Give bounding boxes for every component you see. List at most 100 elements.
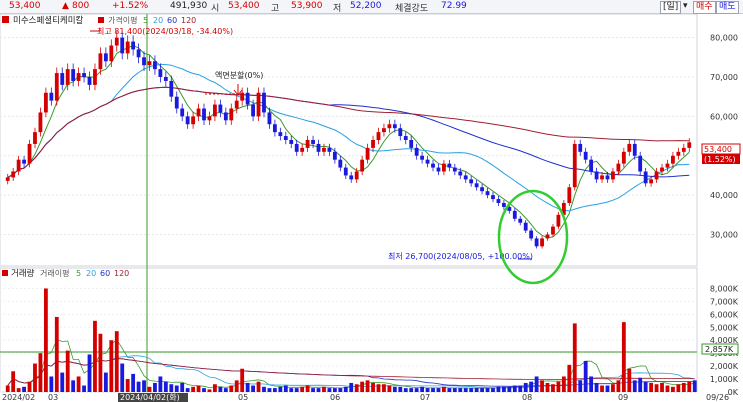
- candle-body: [447, 163, 452, 168]
- candle-body: [409, 140, 414, 148]
- candle-body: [54, 73, 59, 101]
- candle-body: [98, 53, 103, 70]
- open-label: 시: [211, 4, 220, 14]
- volume-bar: [518, 385, 523, 392]
- high-label: 고: [271, 4, 280, 14]
- volume-bar: [22, 386, 26, 392]
- volume-bar: [556, 381, 561, 392]
- candle-body: [27, 143, 32, 164]
- volume-bar: [27, 381, 32, 392]
- volume-bar: [474, 388, 479, 392]
- volume-bar: [65, 350, 70, 392]
- volume-bar: [447, 388, 452, 392]
- volume-bar: [398, 386, 403, 392]
- candle-body: [311, 140, 315, 144]
- volume-bar: [11, 371, 16, 392]
- x-axis-label: 06: [330, 393, 340, 402]
- candle-body: [458, 171, 463, 176]
- volume-bar: [98, 333, 103, 392]
- volume-bar: [480, 388, 484, 392]
- volume-tick-label: 8,000K: [710, 284, 739, 293]
- volume-bar: [332, 388, 337, 392]
- candle-body: [518, 218, 523, 223]
- candle-body: [556, 214, 561, 227]
- high-annotation: 최고 81,400(2024/03/18, -34.40%): [97, 26, 233, 36]
- volume-bar: [605, 385, 610, 392]
- candle-body: [654, 171, 659, 180]
- candle-body: [572, 143, 577, 188]
- candle-body: [272, 124, 277, 133]
- candle-body: [523, 222, 528, 231]
- candle-body: [343, 167, 348, 176]
- price-tick-label: 30,000: [710, 231, 738, 240]
- volume-bar: [16, 388, 21, 392]
- candle-body: [185, 116, 190, 125]
- volume-ma-label: 거래이평: [40, 268, 69, 278]
- volume-bar: [534, 376, 539, 392]
- volume-bar: [163, 381, 168, 392]
- candle-body: [349, 175, 354, 180]
- volume-bar: [33, 363, 37, 392]
- price-tick-label: 60,000: [710, 112, 738, 121]
- legend-box-icon: [2, 16, 9, 23]
- volume-bar: [365, 380, 370, 392]
- candle-body: [382, 128, 386, 133]
- volume-bar: [551, 384, 555, 392]
- stock-chart[interactable]: 80,00070,00060,00050,00040,00030,0008,00…: [0, 14, 743, 402]
- period-button[interactable]: [일]: [660, 1, 682, 14]
- volume-bar: [322, 386, 326, 392]
- candle-body: [120, 37, 125, 54]
- volume-bar: [354, 384, 359, 392]
- x-axis-label: 07: [420, 393, 430, 402]
- ma5-label: 5: [143, 16, 148, 25]
- candle-body: [589, 159, 594, 172]
- volume-bar: [316, 388, 321, 392]
- candle-body: [496, 199, 501, 203]
- volume-bar: [485, 388, 490, 392]
- candle-body: [616, 163, 621, 172]
- volume-bar: [436, 388, 441, 392]
- candle-body: [218, 104, 223, 113]
- candle-body: [174, 96, 179, 109]
- volume-bar: [251, 385, 255, 392]
- volume-bar: [82, 385, 86, 392]
- volume-bar: [120, 363, 125, 392]
- volume-tick-label: 1,000K: [710, 375, 739, 384]
- volume-bar: [327, 388, 332, 392]
- volume-bar: [131, 373, 136, 392]
- price-panel: [0, 14, 698, 267]
- candle-body: [671, 155, 675, 164]
- candle-body: [463, 175, 468, 180]
- volume-bar: [512, 385, 517, 392]
- volume-tick-label: 5,000K: [710, 323, 739, 332]
- volume-bar: [600, 385, 604, 392]
- volume-bar: [169, 384, 174, 392]
- candle-body: [420, 155, 425, 160]
- low-annotation: 최저 26,700(2024/08/05, +100.00%): [388, 251, 533, 261]
- ma20-label: 20: [153, 16, 163, 25]
- candle-body: [338, 159, 343, 168]
- candle-body: [43, 92, 48, 113]
- volume-bar: [256, 381, 261, 392]
- strength-value: 72.99: [441, 1, 467, 11]
- chevron-down-icon[interactable]: ▾: [683, 1, 688, 11]
- volume-bar: [409, 388, 414, 392]
- x-axis-label: 2024/02: [2, 393, 35, 402]
- volume-bar: [431, 388, 435, 392]
- volume-bar: [191, 386, 196, 392]
- candle-body: [687, 142, 692, 148]
- candle-body: [332, 151, 337, 160]
- volume-bar: [136, 381, 141, 392]
- volume-bar: [425, 388, 430, 392]
- volume-bar: [267, 388, 272, 392]
- x-axis-label: 2024/04/02(화): [120, 393, 180, 402]
- x-axis-label: 03: [48, 393, 58, 402]
- x-axis-label: 05: [238, 393, 248, 402]
- candle-body: [229, 108, 234, 121]
- candle-body: [681, 147, 686, 152]
- sell-button[interactable]: 매도: [716, 1, 739, 14]
- candle-body: [202, 108, 206, 121]
- candle-body: [240, 92, 245, 101]
- buy-button[interactable]: 매수: [693, 1, 716, 14]
- up-triangle-icon: ▲: [62, 1, 69, 11]
